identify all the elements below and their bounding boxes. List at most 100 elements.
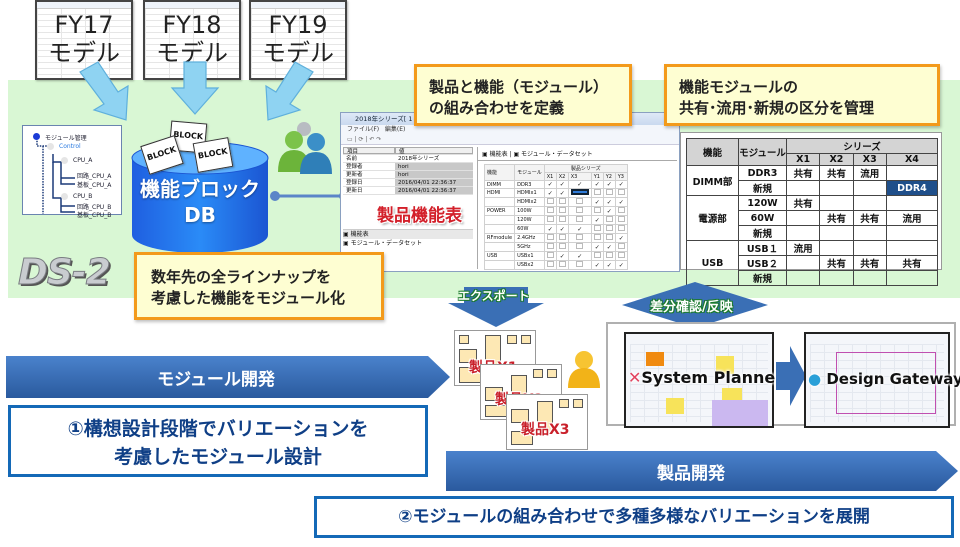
matrix-cell: ✓ bbox=[590, 180, 604, 189]
arrow-down-right-icon bbox=[79, 61, 129, 121]
matrix-series-col: Y1 bbox=[590, 172, 604, 181]
checkbox[interactable] bbox=[617, 216, 625, 222]
checkbox[interactable]: ✓ bbox=[618, 235, 625, 241]
nav-item-function-table[interactable]: ▣ 機能表 bbox=[343, 230, 473, 239]
checkbox[interactable]: ✓ bbox=[606, 181, 613, 188]
menu-edit[interactable]: 編集(E) bbox=[385, 126, 405, 133]
product-card-x3: 製品X3 bbox=[506, 394, 588, 450]
checkbox[interactable]: ✓ bbox=[576, 226, 583, 232]
checkbox[interactable]: ✓ bbox=[606, 208, 613, 214]
checkbox[interactable] bbox=[546, 252, 554, 258]
point-1-line: 考慮したモジュール設計 bbox=[114, 446, 322, 468]
checkbox[interactable]: ✓ bbox=[618, 262, 625, 268]
tree-node[interactable]: 基板_CPU_B bbox=[77, 210, 111, 219]
checkbox[interactable] bbox=[558, 216, 566, 222]
undo-icon[interactable]: ↶ bbox=[369, 136, 374, 143]
checkbox[interactable] bbox=[593, 252, 601, 258]
checkbox[interactable] bbox=[617, 189, 625, 195]
checkbox[interactable] bbox=[617, 252, 625, 258]
checkbox[interactable] bbox=[576, 261, 584, 267]
matrix-cell bbox=[555, 206, 569, 216]
checkbox[interactable] bbox=[558, 243, 566, 249]
product-function-table-stamp: 製品機能表 bbox=[377, 206, 462, 226]
checkbox[interactable] bbox=[593, 225, 601, 231]
checkbox[interactable] bbox=[617, 207, 625, 213]
checkbox[interactable] bbox=[576, 234, 584, 240]
checkbox[interactable] bbox=[576, 198, 584, 204]
checkbox[interactable] bbox=[558, 198, 566, 204]
share-cell bbox=[852, 270, 887, 286]
tree-node[interactable]: CPU_A bbox=[73, 157, 92, 164]
checkbox[interactable] bbox=[605, 225, 613, 231]
checkbox[interactable]: ✓ bbox=[618, 181, 625, 188]
checkbox[interactable] bbox=[558, 234, 566, 240]
share-header: モジュール bbox=[738, 138, 787, 166]
checkbox[interactable] bbox=[576, 243, 584, 249]
db-connector bbox=[270, 191, 349, 201]
nav-item-module-dataset[interactable]: ▣ モジュール・データセット bbox=[343, 239, 473, 248]
checkbox[interactable] bbox=[593, 234, 601, 240]
matrix-cell bbox=[614, 242, 628, 252]
tree-node[interactable]: CPU_B bbox=[73, 193, 92, 200]
checkbox[interactable] bbox=[593, 207, 601, 213]
refresh-icon[interactable]: ⟳ bbox=[359, 136, 364, 143]
checkbox[interactable] bbox=[605, 252, 613, 258]
menu-file[interactable]: ファイル(F) bbox=[347, 126, 379, 133]
checkbox[interactable] bbox=[605, 189, 613, 195]
checkbox[interactable]: ✓ bbox=[606, 244, 613, 250]
redo-icon[interactable]: ↷ bbox=[376, 136, 381, 143]
matrix-module: 2.4GHz bbox=[514, 233, 545, 243]
checkbox[interactable] bbox=[576, 207, 584, 213]
checkbox[interactable]: ✓ bbox=[606, 199, 613, 205]
matrix-cell bbox=[567, 215, 592, 225]
checkbox[interactable]: ✓ bbox=[618, 199, 625, 205]
save-icon[interactable]: ▭ bbox=[347, 136, 353, 143]
checkbox[interactable] bbox=[558, 261, 566, 267]
checkbox[interactable]: ✓ bbox=[547, 190, 554, 196]
checkbox[interactable]: ✓ bbox=[594, 199, 601, 205]
checkbox[interactable] bbox=[558, 207, 566, 213]
checkbox[interactable]: ✓ bbox=[559, 181, 566, 188]
checkbox[interactable]: ✓ bbox=[576, 253, 583, 259]
checkbox[interactable] bbox=[617, 243, 625, 249]
checkbox[interactable]: ✓ bbox=[594, 217, 601, 223]
matrix-series-header: 製品シリーズ bbox=[543, 164, 628, 173]
checkbox[interactable] bbox=[546, 216, 554, 222]
checkbox[interactable]: ✓ bbox=[594, 181, 601, 188]
checkbox[interactable] bbox=[546, 207, 554, 213]
checkbox[interactable] bbox=[546, 243, 554, 249]
checkbox[interactable] bbox=[593, 189, 601, 195]
share-func: USB bbox=[686, 240, 739, 286]
checkbox[interactable] bbox=[546, 261, 554, 267]
checkbox[interactable] bbox=[605, 216, 613, 222]
checkbox[interactable]: ✓ bbox=[594, 244, 601, 250]
checkbox[interactable] bbox=[576, 216, 584, 222]
checkbox[interactable] bbox=[605, 234, 613, 240]
tab-module-dataset[interactable]: ▣ モジュール・データセット bbox=[513, 151, 592, 158]
checkbox[interactable]: ✓ bbox=[547, 226, 554, 232]
node-icon bbox=[47, 143, 54, 150]
matrix-cell bbox=[543, 242, 557, 252]
checkbox[interactable] bbox=[546, 234, 554, 240]
share-cell bbox=[885, 225, 939, 241]
tree-node[interactable]: 基板_CPU_A bbox=[77, 180, 111, 189]
matrix-cell bbox=[614, 224, 628, 234]
checkbox[interactable]: ✓ bbox=[559, 190, 566, 196]
checkbox[interactable]: ✓ bbox=[547, 181, 554, 188]
matrix-cell bbox=[555, 215, 569, 225]
matrix-cell bbox=[567, 242, 592, 252]
share-cell bbox=[819, 225, 854, 241]
checkbox[interactable]: ✓ bbox=[594, 262, 601, 268]
checkbox[interactable]: ✓ bbox=[559, 253, 566, 259]
tree-root[interactable]: モジュール管理 bbox=[45, 133, 87, 142]
checkbox[interactable] bbox=[617, 225, 625, 231]
checkbox[interactable] bbox=[546, 198, 554, 204]
checkbox[interactable] bbox=[570, 189, 589, 195]
checkbox[interactable]: ✓ bbox=[559, 226, 566, 232]
tab-function-table[interactable]: ▣ 機能表 bbox=[482, 151, 508, 158]
tree-node-control[interactable]: Control bbox=[59, 143, 81, 150]
checkbox[interactable]: ✓ bbox=[576, 181, 583, 188]
prop-value[interactable]: 2018年シリーズ bbox=[395, 155, 473, 162]
checkbox[interactable]: ✓ bbox=[606, 262, 613, 268]
tree-node[interactable]: 回路_CPU_A bbox=[77, 171, 111, 180]
